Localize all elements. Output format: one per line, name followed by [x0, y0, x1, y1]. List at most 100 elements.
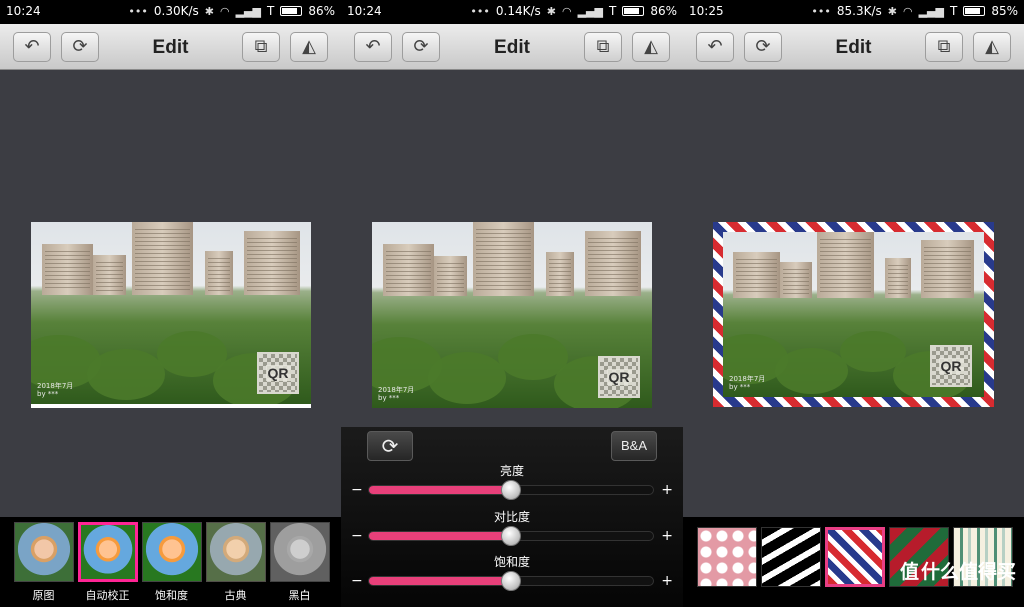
status-bar: 10:25 ••• 85.3K/s ✱ ◠ ▂▄▆ T 85%: [683, 0, 1024, 24]
frame-strip: 值什么值得买: [683, 517, 1024, 607]
filter-label: 饱和度: [155, 589, 188, 602]
brand-watermark: 值什么值得买: [898, 557, 1016, 584]
status-right: ••• 85.3K/s ✱ ◠ ▂▄▆ T 85%: [811, 4, 1018, 18]
status-time: 10:24: [6, 4, 41, 18]
screen-2-adjust: 10:24 ••• 0.14K/s ✱ ◠ ▂▄▆ T 86% ↶ ⟳ Edit…: [341, 0, 683, 607]
status-right: ••• 0.30K/s ✱ ◠ ▂▄▆ T 86%: [128, 4, 335, 18]
brightness-slider[interactable]: [368, 480, 654, 500]
carrier-label: T: [949, 4, 958, 18]
contrast-slider[interactable]: [368, 526, 654, 546]
saturation-minus[interactable]: −: [351, 573, 363, 589]
rotate-crop-button[interactable]: ⧉: [925, 32, 963, 62]
battery-percent: 86%: [308, 4, 335, 18]
filter-thumb-classic[interactable]: [206, 522, 266, 582]
rotate-crop-icon: ⧉: [937, 36, 951, 57]
carrier-label: T: [266, 4, 275, 18]
filter-label: 黑白: [288, 589, 311, 602]
signal-icon: ▂▄▆: [577, 4, 603, 18]
battery-percent: 86%: [650, 4, 677, 18]
brand-name: 什么值得买: [920, 561, 1016, 583]
photo-watermark: 2018年7月 by ***: [378, 386, 415, 402]
contrast-minus[interactable]: −: [351, 528, 363, 544]
frame-thumb-airmail[interactable]: [825, 527, 885, 587]
frame-thumb-polka-dots[interactable]: [697, 527, 757, 587]
brightness-label: 亮度: [499, 464, 524, 478]
signal-dots-icon: •••: [811, 4, 831, 18]
signal-icon: ▂▄▆: [918, 4, 944, 18]
framed-photo-preview: 2018年7月 by *** QR: [713, 222, 994, 407]
contrast-slider-knob[interactable]: [501, 526, 521, 546]
rotate-crop-icon: ⧉: [254, 36, 268, 57]
status-bar: 10:24 ••• 0.14K/s ✱ ◠ ▂▄▆ T 86%: [341, 0, 683, 24]
qr-code: QR: [257, 352, 299, 394]
battery-icon: [622, 6, 645, 16]
rotate-icon: ⟳: [381, 434, 399, 458]
saturation-slider[interactable]: [368, 571, 654, 591]
battery-icon: [963, 6, 986, 16]
rotate-button[interactable]: ⟳: [367, 431, 413, 461]
flip-icon: ◭: [302, 36, 316, 57]
battery-percent: 85%: [991, 4, 1018, 18]
brightness-plus[interactable]: +: [661, 482, 673, 498]
before-after-button[interactable]: B&A: [611, 431, 657, 461]
edit-toolbar: ↶ ⟳ Edit ⧉ ◭: [341, 24, 683, 70]
flip-icon: ◭: [985, 36, 999, 57]
contrast-plus[interactable]: +: [661, 528, 673, 544]
signal-dots-icon: •••: [470, 4, 490, 18]
brightness-slider-knob[interactable]: [501, 480, 521, 500]
brand-logo-icon: 值: [899, 561, 919, 583]
network-speed: 0.30K/s: [153, 4, 199, 18]
status-time: 10:24: [347, 4, 382, 18]
qr-code: QR: [598, 356, 640, 398]
saturation-plus[interactable]: +: [661, 573, 673, 589]
photo-preview: 2018年7月 by *** QR: [31, 222, 311, 408]
edit-toolbar: ↶ ⟳ Edit ⧉ ◭: [0, 24, 341, 70]
frame-thumb-zebra[interactable]: [761, 527, 821, 587]
contrast-label: 对比度: [493, 510, 530, 524]
flip-button[interactable]: ◭: [973, 32, 1011, 62]
screen-1-filters: 10:24 ••• 0.30K/s ✱ ◠ ▂▄▆ T 86% ↶ ⟳ Edit…: [0, 0, 341, 607]
lotus-pond-photo: 2018年7月 by *** QR: [372, 222, 652, 408]
filter-label: 自动校正: [85, 589, 130, 602]
status-right: ••• 0.14K/s ✱ ◠ ▂▄▆ T 86%: [470, 4, 677, 18]
filter-thumb-auto[interactable]: [78, 522, 138, 582]
status-bar: 10:24 ••• 0.30K/s ✱ ◠ ▂▄▆ T 86%: [0, 0, 341, 24]
filter-thumb-bw[interactable]: [270, 522, 330, 582]
status-time: 10:25: [689, 4, 724, 18]
rotate-crop-icon: ⧉: [596, 36, 610, 57]
carrier-label: T: [608, 4, 617, 18]
flip-icon: ◭: [644, 36, 658, 57]
brightness-minus[interactable]: −: [351, 482, 363, 498]
flip-button[interactable]: ◭: [290, 32, 328, 62]
wifi-icon: ◠: [902, 4, 913, 18]
filter-thumb-original[interactable]: [14, 522, 74, 582]
network-speed: 85.3K/s: [836, 4, 882, 18]
flip-button[interactable]: ◭: [632, 32, 670, 62]
network-speed: 0.14K/s: [495, 4, 541, 18]
filter-strip: 原图 自动校正 饱和度 古典 黑白: [0, 517, 341, 607]
wifi-icon: ◠: [561, 4, 572, 18]
edit-toolbar: ↶ ⟳ Edit ⧉ ◭: [683, 24, 1024, 70]
filter-thumb-saturation[interactable]: [142, 522, 202, 582]
rotate-crop-button[interactable]: ⧉: [584, 32, 622, 62]
wifi-icon: ◠: [219, 4, 230, 18]
bluetooth-icon: ✱: [204, 4, 214, 18]
photo-preview: 2018年7月 by *** QR: [372, 222, 652, 408]
signal-icon: ▂▄▆: [235, 4, 261, 18]
screen-3-frames: 10:25 ••• 85.3K/s ✱ ◠ ▂▄▆ T 85% ↶ ⟳ Edit…: [683, 0, 1024, 607]
lotus-pond-photo: 2018年7月 by *** QR: [723, 232, 984, 397]
filter-label: 古典: [224, 589, 247, 602]
photo-watermark: 2018年7月 by ***: [37, 382, 74, 398]
qr-code: QR: [930, 345, 972, 387]
saturation-label: 饱和度: [493, 555, 530, 569]
battery-icon: [280, 6, 303, 16]
bluetooth-icon: ✱: [546, 4, 556, 18]
saturation-slider-knob[interactable]: [501, 571, 521, 591]
bluetooth-icon: ✱: [887, 4, 897, 18]
adjustment-panel: ⟳ B&A 亮度 − + 对比度 − + 饱和度 − +: [341, 427, 683, 607]
lotus-pond-photo: 2018年7月 by *** QR: [31, 222, 311, 404]
filter-label: 原图: [32, 589, 55, 602]
photo-watermark: 2018年7月 by ***: [729, 375, 766, 391]
rotate-crop-button[interactable]: ⧉: [242, 32, 280, 62]
signal-dots-icon: •••: [128, 4, 148, 18]
